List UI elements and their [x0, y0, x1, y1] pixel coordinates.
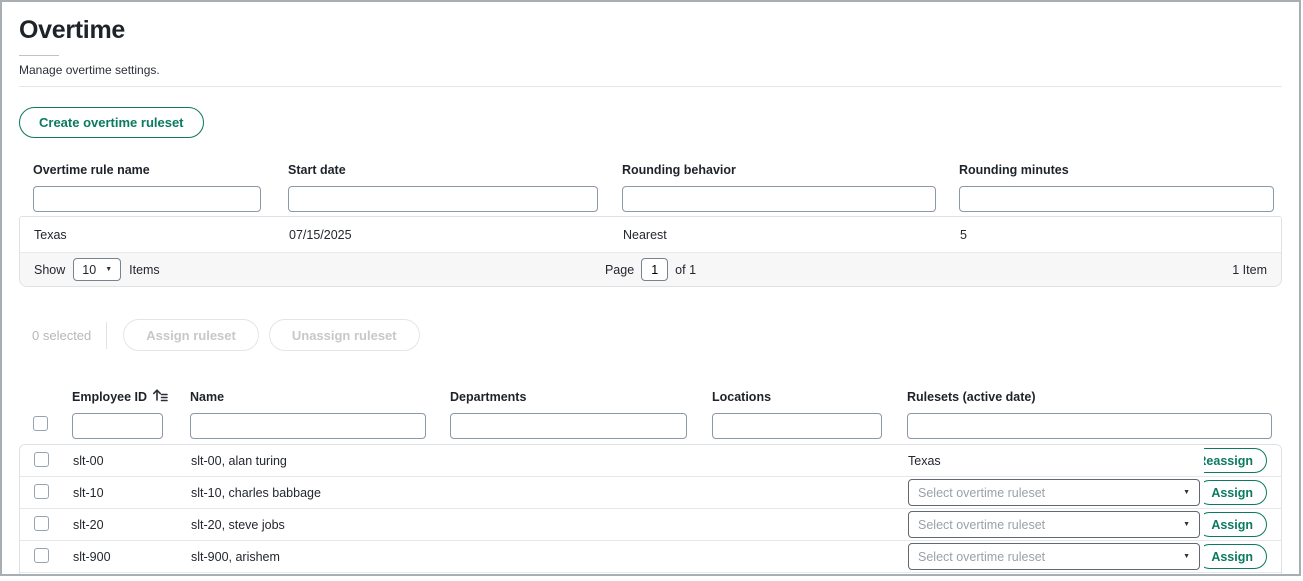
rulesets-filter-row	[19, 186, 1282, 212]
title-underline	[19, 55, 59, 56]
column-header-rulesets: Rulesets (active date)	[907, 390, 1203, 404]
ruleset-row-cell: Nearest	[623, 228, 960, 242]
page-of-label: of 1	[675, 263, 696, 277]
column-header-departments: Departments	[450, 390, 712, 404]
page-number-input[interactable]	[641, 258, 668, 281]
filter-name-input[interactable]	[190, 413, 426, 439]
chevron-down-icon: ▼	[105, 266, 112, 273]
create-overtime-ruleset-button[interactable]: Create overtime ruleset	[19, 107, 204, 138]
employee-name-cell: slt-20, steve jobs	[191, 518, 451, 532]
ruleset-select-placeholder: Select overtime ruleset	[918, 518, 1045, 532]
row-action-button[interactable]: Assign	[1204, 512, 1267, 537]
table-row: slt-10 slt-10, charles babbage Select ov…	[20, 477, 1281, 509]
column-header-start-date: Start date	[288, 163, 622, 177]
assign-ruleset-button[interactable]: Assign ruleset	[123, 319, 259, 351]
table-row: slt-20 slt-20, steve jobs Select overtim…	[20, 509, 1281, 541]
table-row: slt-900 slt-900, arishem Select overtime…	[20, 541, 1281, 573]
employee-name-cell: slt-00, alan turing	[191, 454, 451, 468]
filter-departments-input[interactable]	[450, 413, 687, 439]
row-checkbox[interactable]	[34, 484, 49, 499]
row-checkbox[interactable]	[34, 452, 49, 467]
row-action-button[interactable]: Reassign	[1204, 448, 1267, 473]
column-header-name: Name	[190, 390, 450, 404]
ruleset-cell: Texas ▼	[908, 454, 1204, 468]
column-header-locations: Locations	[712, 390, 907, 404]
filter-rounding-behavior-input[interactable]	[622, 186, 936, 212]
column-header-rounding-minutes: Rounding minutes	[959, 163, 1282, 177]
ruleset-select[interactable]: Select overtime ruleset ▼	[908, 511, 1200, 538]
ruleset-cell: Select overtime ruleset ▼	[908, 543, 1204, 570]
employees-table-header: Employee ID Name Departments Locations R…	[19, 388, 1282, 405]
row-checkbox[interactable]	[34, 548, 49, 563]
ruleset-cell: Select overtime ruleset ▼	[908, 479, 1204, 506]
row-checkbox[interactable]	[34, 516, 49, 531]
filter-overtime-rule-name-input[interactable]	[33, 186, 261, 212]
unassign-ruleset-button[interactable]: Unassign ruleset	[269, 319, 420, 351]
employee-id-cell: slt-10	[73, 486, 191, 500]
header-divider	[19, 86, 1282, 87]
ruleset-cell: Select overtime ruleset ▼	[908, 511, 1204, 538]
filter-employee-id-input[interactable]	[72, 413, 163, 439]
sort-ascending-icon[interactable]	[152, 388, 168, 405]
ruleset-select[interactable]: Select overtime ruleset ▼	[908, 479, 1200, 506]
employee-id-cell: slt-900	[73, 550, 191, 564]
items-label: Items	[129, 263, 160, 277]
bulk-actions-bar: 0 selected Assign ruleset Unassign rules…	[19, 319, 1282, 351]
ruleset-select[interactable]: Select overtime ruleset ▼	[908, 543, 1200, 570]
filter-rounding-minutes-input[interactable]	[959, 186, 1274, 212]
rulesets-pagination-bar: Show 10 ▼ Items Page of 1 1 Item	[20, 253, 1281, 286]
ruleset-select-placeholder: Select overtime ruleset	[918, 550, 1045, 564]
chevron-down-icon: ▼	[1183, 489, 1190, 496]
page-size-select[interactable]: 10 ▼	[73, 258, 121, 281]
column-header-employee-id: Employee ID	[72, 390, 147, 404]
row-action-button[interactable]: Assign	[1204, 480, 1267, 505]
rulesets-table-header: Overtime rule name Start date Rounding b…	[19, 163, 1282, 177]
rulesets-table-body: Texas07/15/2025Nearest5 Show 10 ▼ Items …	[19, 216, 1282, 287]
table-row: slt-00 slt-00, alan turing Texas ▼ Reass…	[20, 445, 1281, 477]
ruleset-value: Texas	[908, 454, 941, 468]
ruleset-row-cell: 07/15/2025	[289, 228, 623, 242]
filter-start-date-input[interactable]	[288, 186, 598, 212]
employees-filter-row	[19, 413, 1282, 439]
chevron-down-icon: ▼	[1183, 521, 1190, 528]
employees-table-body: slt-00 slt-00, alan turing Texas ▼ Reass…	[19, 444, 1282, 576]
show-label: Show	[34, 263, 65, 277]
column-header-rounding-behavior: Rounding behavior	[622, 163, 959, 177]
employee-name-cell: slt-900, arishem	[191, 550, 451, 564]
vertical-divider	[106, 322, 107, 349]
employee-name-cell: slt-10, charles babbage	[191, 486, 451, 500]
page-size-value: 10	[82, 263, 96, 277]
selected-count-label: 0 selected	[32, 328, 91, 343]
ruleset-row: Texas07/15/2025Nearest5	[20, 217, 1281, 253]
filter-locations-input[interactable]	[712, 413, 882, 439]
employee-id-cell: slt-20	[73, 518, 191, 532]
total-items-label: 1 Item	[1232, 263, 1267, 277]
clipped-row	[20, 573, 1281, 576]
page-subtitle: Manage overtime settings.	[19, 63, 1282, 77]
filter-rulesets-input[interactable]	[907, 413, 1272, 439]
column-header-overtime-rule-name: Overtime rule name	[33, 163, 288, 177]
page-title: Overtime	[19, 16, 1282, 45]
page-frame: Overtime Manage overtime settings. Creat…	[0, 0, 1301, 576]
chevron-down-icon: ▼	[1183, 553, 1190, 560]
ruleset-row-cell: 5	[960, 228, 1281, 242]
select-all-checkbox[interactable]	[33, 416, 48, 431]
page-label: Page	[605, 263, 634, 277]
ruleset-select-placeholder: Select overtime ruleset	[918, 486, 1045, 500]
ruleset-row-cell: Texas	[34, 228, 289, 242]
row-action-button[interactable]: Assign	[1204, 544, 1267, 569]
employee-id-cell: slt-00	[73, 454, 191, 468]
